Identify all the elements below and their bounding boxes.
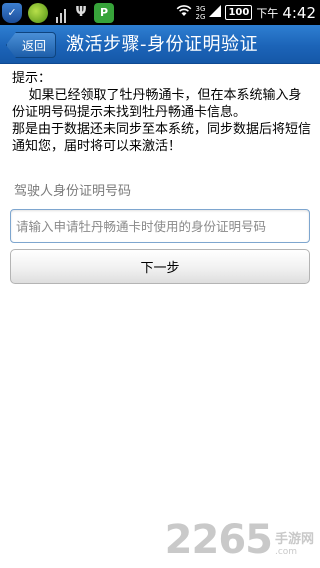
- notification-icons: ✓ Ψ P: [2, 2, 114, 23]
- tip-text: 如果已经领取了牡丹畅通卡，但在本系统输入身份证明号码提示未找到牡丹畅通卡信息。 …: [12, 88, 312, 154]
- status-bar: ✓ Ψ P 3G 2G 100 下午 4:42: [0, 0, 320, 25]
- watermark-logo: 2265 手游网 .com: [165, 520, 314, 560]
- next-step-button[interactable]: 下一步: [10, 249, 310, 284]
- id-number-input[interactable]: [10, 209, 310, 243]
- network-indicator: 3G 2G: [196, 5, 206, 21]
- status-ampm: 下午: [256, 6, 279, 20]
- back-button[interactable]: 返回: [6, 32, 56, 58]
- page-title: 激活步骤-身份证明验证: [66, 34, 258, 55]
- signal-bars-icon: [54, 3, 68, 23]
- shield-app-icon: ✓: [2, 2, 22, 23]
- system-status: 3G 2G 100 下午 4:42: [176, 0, 316, 25]
- network-3g-label: 3G: [195, 4, 206, 13]
- tip-label: 提示：: [12, 71, 52, 86]
- leaf-app-icon: [28, 2, 48, 23]
- cell-signal-icon: [209, 5, 222, 20]
- watermark-text: 手游网 .com: [275, 532, 314, 558]
- title-bar: 返回 激活步骤-身份证明验证: [0, 25, 320, 64]
- status-time: 4:42: [282, 3, 316, 22]
- wifi-icon: [176, 5, 192, 20]
- watermark-cn: 手游网: [274, 532, 314, 547]
- battery-indicator: 100: [225, 5, 253, 20]
- tip-section: 提示： 如果已经领取了牡丹畅通卡，但在本系统输入身份证明号码提示未找到牡丹畅通卡…: [12, 70, 312, 155]
- watermark-number: 2265: [164, 517, 273, 563]
- p-app-icon: P: [94, 2, 114, 23]
- watermark-domain: .com: [274, 547, 298, 557]
- id-field-label: 驾驶人身份证明号码: [14, 184, 132, 199]
- network-2g-label: 2G: [195, 12, 206, 21]
- usb-icon: Ψ: [75, 5, 87, 20]
